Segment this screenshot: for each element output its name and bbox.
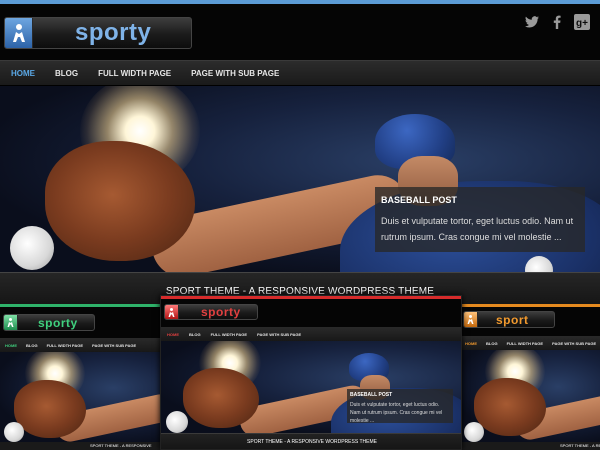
- tagline-text: SPORT THEME - A RESPONSIVE: [90, 443, 152, 448]
- svg-text:g+: g+: [576, 18, 588, 29]
- accent-strip: [0, 304, 162, 307]
- nav-item-home[interactable]: HOME: [11, 69, 35, 78]
- accent-strip: [161, 296, 461, 299]
- nav-item-home: HOME: [465, 340, 477, 346]
- athlete-badge-icon: [4, 315, 18, 330]
- preview-orange[interactable]: sport HOME BLOG FULL WIDTH PAGE PAGE WIT…: [460, 304, 600, 450]
- accent-strip: [460, 304, 600, 307]
- preview-nav: HOME BLOG FULL WIDTH PAGE PAGE WITH SUB …: [161, 327, 461, 341]
- baseball: [4, 422, 24, 442]
- tagline-text: SPORT THEME - A RES: [560, 443, 600, 448]
- slide-title: BASEBALL POST: [350, 392, 393, 398]
- logo-text: sport: [496, 312, 529, 327]
- baseball-left: [10, 226, 54, 270]
- social-links: g+: [524, 14, 590, 30]
- nav-item-page-with-sub-page: PAGE WITH SUB PAGE: [92, 342, 137, 348]
- facebook-icon[interactable]: [549, 14, 565, 30]
- nav-item-page-with-sub-page: PAGE WITH SUB PAGE: [257, 331, 302, 337]
- google-plus-icon[interactable]: g+: [574, 14, 590, 30]
- hero-slider[interactable]: BASEBALL POST Duis et vulputate tortor, …: [0, 86, 600, 272]
- site-logo: sport: [463, 311, 555, 328]
- nav-item-page-with-sub-page[interactable]: PAGE WITH SUB PAGE: [191, 69, 279, 78]
- logo-text: sporty: [38, 315, 78, 330]
- site-logo: sporty: [3, 314, 95, 331]
- twitter-icon[interactable]: [524, 14, 540, 30]
- preview-nav: HOME BLOG FULL WIDTH PAGE PAGE WITH SUB …: [460, 336, 600, 350]
- preview-tagline: SPORT THEME - A RESPONSIVE: [0, 442, 162, 450]
- nav-item-home: HOME: [5, 342, 17, 348]
- site-header: sporty g+: [0, 4, 600, 60]
- baseball-glove: [183, 368, 259, 428]
- main-navigation: HOME BLOG FULL WIDTH PAGE PAGE WITH SUB …: [0, 60, 600, 86]
- baseball-glove: [45, 141, 195, 261]
- logo-text: sporty: [201, 305, 241, 319]
- nav-item-blog: BLOG: [26, 342, 38, 348]
- nav-item-full-width-page: FULL WIDTH PAGE: [506, 340, 544, 346]
- slide-excerpt: Duis et vulputate tortor, eget luctus od…: [381, 216, 574, 242]
- baseball-glove: [474, 378, 546, 436]
- nav-item-full-width-page: FULL WIDTH PAGE: [210, 331, 248, 337]
- slide-title[interactable]: BASEBALL POST: [381, 195, 579, 205]
- site-logo: sporty: [164, 304, 258, 320]
- tagline-text: SPORT THEME - A RESPONSIVE WORDPRESS THE…: [247, 439, 377, 445]
- baseball: [464, 422, 484, 442]
- nav-item-blog[interactable]: BLOG: [55, 69, 78, 78]
- slide-excerpt: Duis et vulputate tortor, eget luctus od…: [350, 402, 443, 424]
- athlete-badge-icon: [464, 312, 478, 327]
- preview-hero: [0, 352, 162, 442]
- preview-tagline: SPORT THEME - A RES: [460, 442, 600, 450]
- slide-caption: BASEBALL POST Duis et vulputate tortor, …: [347, 389, 453, 424]
- nav-item-page-with-sub-page: PAGE WITH SUB PAGE: [552, 340, 597, 346]
- preview-tagline: SPORT THEME - A RESPONSIVE WORDPRESS THE…: [161, 433, 461, 449]
- nav-item-home: HOME: [167, 331, 179, 337]
- nav-item-blog: BLOG: [486, 340, 498, 346]
- athlete-badge-icon: [5, 18, 33, 48]
- slide-caption: BASEBALL POST Duis et vulputate tortor, …: [375, 187, 585, 252]
- nav-item-blog: BLOG: [189, 331, 201, 337]
- nav-item-full-width-page[interactable]: FULL WIDTH PAGE: [98, 69, 171, 78]
- athlete-badge-icon: [165, 305, 179, 319]
- baseball-glove: [14, 380, 86, 438]
- nav-item-full-width-page: FULL WIDTH PAGE: [46, 342, 84, 348]
- theme-showcase: sporty g+ HOME BLOG FULL WIDTH PAGE PAGE…: [0, 0, 600, 450]
- preview-hero: [460, 350, 600, 442]
- preview-nav: HOME BLOG FULL WIDTH PAGE PAGE WITH SUB …: [0, 338, 162, 352]
- logo-text: sporty: [75, 19, 152, 46]
- preview-hero: BASEBALL POST Duis et vulputate tortor, …: [161, 341, 461, 433]
- preview-red[interactable]: sporty HOME BLOG FULL WIDTH PAGE PAGE WI…: [160, 295, 462, 450]
- preview-green[interactable]: sporty HOME BLOG FULL WIDTH PAGE PAGE WI…: [0, 304, 162, 450]
- baseball: [166, 411, 188, 433]
- site-logo[interactable]: sporty: [4, 17, 192, 49]
